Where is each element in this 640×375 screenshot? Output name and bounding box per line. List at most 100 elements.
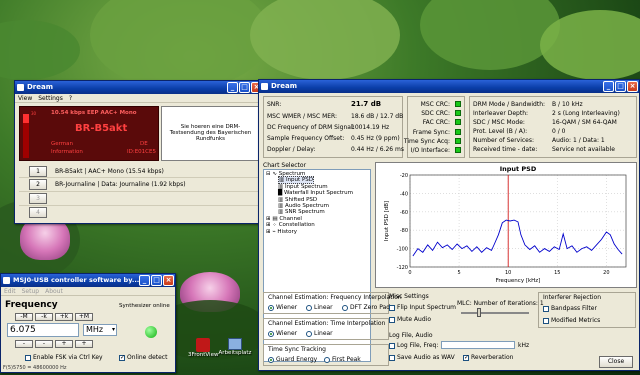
minimize-button[interactable]: _ xyxy=(603,81,614,92)
maximize-button[interactable]: □ xyxy=(151,275,162,286)
crc-panel: MSC CRC: SDC CRC: FAC CRC: Frame Sync: T… xyxy=(404,96,465,158)
maximize-button[interactable]: □ xyxy=(615,81,626,92)
minimize-button[interactable]: _ xyxy=(139,275,150,286)
close-button[interactable]: × xyxy=(163,275,174,286)
close-dialog-button[interactable]: Close xyxy=(599,356,633,368)
step-minus-mhz-button[interactable]: -M xyxy=(15,313,33,321)
lcd-bitrate: 10.54 kbps EEP AAC+ Mono xyxy=(51,110,137,116)
service-button-3[interactable]: 3 xyxy=(29,193,47,204)
x-axis-label: Frequency [kHz] xyxy=(496,278,541,284)
y-axis-label: Input PSD [dB] xyxy=(384,201,390,241)
dream-app-icon xyxy=(17,84,24,91)
tree-item-history[interactable]: ⊞ ⌁ History xyxy=(266,229,353,235)
service-row: 2 BR-Journaline | Data: Journaline (1.92 … xyxy=(19,178,261,192)
y-tick-label: -80 xyxy=(400,228,408,234)
mute-audio-checkbox[interactable]: Mute Audio xyxy=(389,316,431,323)
maximize-button[interactable]: □ xyxy=(239,82,250,93)
misc-settings-group: Misc Settings Flip Input Spectrum Mute A… xyxy=(389,293,544,323)
step-down-1-button[interactable]: - xyxy=(15,340,33,348)
y-tick-label: -120 xyxy=(397,265,408,271)
desktop-icon-3frontview[interactable]: 3FrontView xyxy=(188,338,218,358)
frame-sync-led xyxy=(455,129,461,135)
step-up-2-button[interactable]: + xyxy=(75,340,93,348)
menu-about[interactable]: About xyxy=(45,287,63,295)
chart-tree-items: ⊟ ∿ Spectrum ▥ Input PSD ▥ Input Spectru… xyxy=(266,171,353,235)
radio-freq-dft[interactable]: DFT Zero Pad xyxy=(342,304,390,311)
modified-metrics-checkbox[interactable]: Modified Metrics xyxy=(543,317,600,324)
radio-freq-linear[interactable]: Linear xyxy=(306,304,333,311)
desktop-icon-arbeitsplatz[interactable]: Arbeitsplatz xyxy=(218,338,252,356)
channel-estimation-time-group: Channel Estimation: Time Interpolation W… xyxy=(263,318,389,340)
title-bar[interactable]: MSJ0-USB controller software by... _ □ × xyxy=(1,274,175,287)
radio-first-peak[interactable]: First Peak xyxy=(324,356,361,363)
x-tick-label: 5 xyxy=(457,270,460,276)
usb-controller-window: MSJ0-USB controller software by... _ □ × E… xyxy=(0,273,176,373)
step-plus-khz-button[interactable]: +k xyxy=(55,313,73,321)
step-down-2-button[interactable]: - xyxy=(35,340,53,348)
service-row: 4 xyxy=(19,206,261,219)
plot-panel: Input PSD -20 -40 -60 -80 -100 -120 0 5 10 15 20 Fre… xyxy=(375,162,637,288)
log-freq-input[interactable] xyxy=(441,341,515,349)
close-button[interactable]: × xyxy=(627,81,638,92)
log-file-group: Log File, Audio Log File, Freq: kHz Save… xyxy=(389,332,530,361)
online-detect-checkbox[interactable]: ✓ Online detect xyxy=(119,354,167,361)
menu-bar: Edit Setup About xyxy=(1,287,175,296)
step-up-1-button[interactable]: + xyxy=(55,340,73,348)
reverberation-checkbox[interactable]: ✓ Reverberation xyxy=(463,354,513,361)
menu-setup[interactable]: Setup xyxy=(22,287,39,295)
menu-view[interactable]: View xyxy=(18,94,32,102)
title-bar[interactable]: Dream _ □ × xyxy=(259,80,639,93)
radio-guard-energy[interactable]: Guard Energy xyxy=(268,356,317,363)
x-tick-label: 0 xyxy=(408,270,411,276)
unit-select[interactable]: MHz ▾ xyxy=(83,324,117,336)
menu-settings[interactable]: Settings xyxy=(38,94,63,102)
radio-time-linear[interactable]: Linear xyxy=(306,330,333,337)
time-sync-led xyxy=(455,138,461,144)
computer-icon xyxy=(228,338,242,350)
title-bar[interactable]: Dream _ □ × xyxy=(15,81,263,94)
sample-offset-value: 0.45 Hz (9 ppm) xyxy=(351,135,400,142)
chevron-down-icon: ▾ xyxy=(111,326,115,333)
y-tick-label: -60 xyxy=(400,210,408,216)
service-button-4[interactable]: 4 xyxy=(29,207,47,218)
lcd-service-label: BR-B5akt xyxy=(75,123,128,134)
radio-time-wiener[interactable]: Wiener xyxy=(268,330,297,337)
log-freq-checkbox[interactable]: Log File, Freq: xyxy=(389,342,438,349)
app-icon xyxy=(3,277,10,284)
menu-help[interactable]: ? xyxy=(69,94,72,102)
menu-bar: View Settings ? xyxy=(15,94,263,103)
radio-freq-wiener[interactable]: Wiener xyxy=(268,304,297,311)
y-tick-label: -100 xyxy=(397,247,408,253)
save-wav-checkbox[interactable]: Save Audio as WAV xyxy=(389,354,455,361)
x-tick-label: 20 xyxy=(603,270,609,276)
lcd-service-id: ID:E01CE5 xyxy=(127,149,156,155)
msc-crc-led xyxy=(455,101,461,107)
psd-series-line xyxy=(412,219,623,257)
dream-app-icon xyxy=(261,83,268,90)
lcd-program-type: Information xyxy=(51,149,83,155)
bandpass-filter-checkbox[interactable]: Bandpass Filter xyxy=(543,305,597,312)
menu-edit[interactable]: Edit xyxy=(4,287,16,295)
service-button-1[interactable]: 1 xyxy=(29,166,47,177)
fac-crc-led xyxy=(455,119,461,125)
chart-title: Input PSD xyxy=(500,165,537,173)
minimize-button[interactable]: _ xyxy=(227,82,238,93)
mlc-slider-handle[interactable] xyxy=(477,308,481,317)
mer-value: 18.6 dB / 12.7 dB xyxy=(351,113,404,120)
dream-main-window: Dream _ □ × SNR: 21.7 dB MSC WMER / MSC MER… xyxy=(258,79,640,371)
fsk-checkbox[interactable]: Enable FSK via Ctrl Key xyxy=(25,354,103,361)
service-button-2[interactable]: 2 xyxy=(29,179,47,190)
mlc-iterations-slider[interactable] xyxy=(461,312,529,314)
frequency-input[interactable]: 6.075 xyxy=(7,323,79,337)
y-tick-label: -40 xyxy=(400,191,408,197)
drm-info-panel: DRM Mode / Bandwidth: B / 10 kHz Interlea… xyxy=(469,96,637,158)
lcd-language: German xyxy=(51,141,74,147)
level-tick: 30 xyxy=(31,111,37,116)
step-minus-khz-button[interactable]: -k xyxy=(35,313,53,321)
flip-spectrum-checkbox[interactable]: Flip Input Spectrum xyxy=(389,304,456,311)
x-tick-label: 15 xyxy=(554,270,560,276)
step-plus-mhz-button[interactable]: +M xyxy=(75,313,93,321)
x-tick-label: 10 xyxy=(505,270,511,276)
channel-estimation-frequency-group: Channel Estimation: Frequency Interpolat… xyxy=(263,292,402,314)
status-bar: F(5)5750 = 48600000 Hz xyxy=(3,365,67,371)
